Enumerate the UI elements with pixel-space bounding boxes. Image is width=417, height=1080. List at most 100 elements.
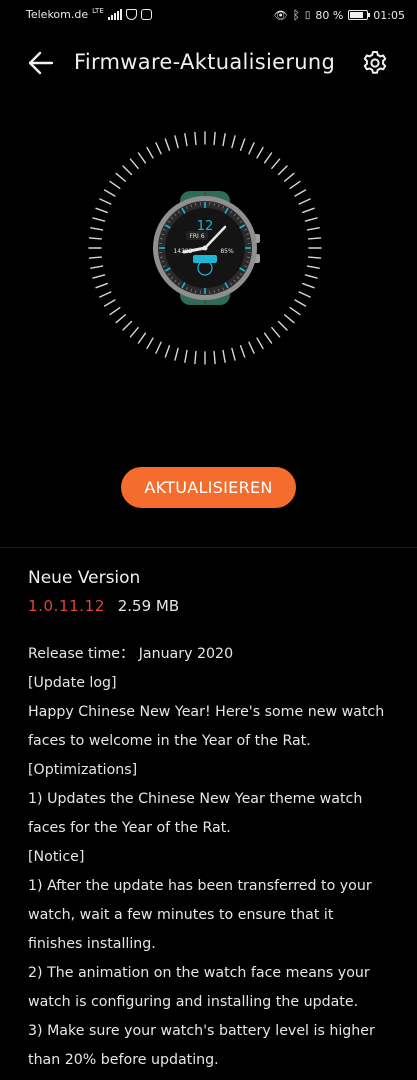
release-note-line: 1) After the update has been transferred…	[28, 878, 372, 894]
ring-tick	[231, 135, 236, 149]
ring-tick	[122, 320, 133, 331]
release-note-line: 1) Updates the Chinese New Year theme wa…	[28, 791, 363, 807]
ring-tick	[194, 350, 197, 365]
file-size: 2.59 MB	[117, 597, 180, 615]
ring-tick	[137, 152, 147, 164]
version-info: 1.0.11.12 2.59 MB	[28, 597, 179, 615]
ring-tick	[283, 314, 295, 324]
watch-illustration: 12 FRI 6 14393 85%	[88, 131, 322, 365]
ring-tick	[99, 198, 112, 205]
ring-tick	[115, 172, 127, 182]
watch-battery: 85%	[220, 248, 234, 255]
ring-tick	[222, 133, 226, 147]
ring-tick	[174, 347, 179, 361]
back-button[interactable]	[26, 48, 56, 78]
ring-tick	[109, 180, 121, 190]
ring-tick	[307, 256, 322, 259]
ring-tick	[306, 227, 320, 231]
screenshot-icon	[140, 9, 152, 20]
release-note-line: watch, wait a few minutes to ensure that…	[28, 907, 334, 923]
ring-tick	[304, 217, 318, 222]
ring-tick	[289, 180, 301, 190]
ring-tick	[146, 337, 154, 350]
ring-tick	[213, 131, 216, 146]
release-note-line: faces for the Year of the Rat.	[28, 820, 231, 836]
ring-tick	[256, 146, 264, 159]
ring-tick	[129, 158, 139, 170]
ring-tick	[184, 133, 188, 147]
eye-icon: 👁	[273, 8, 288, 22]
page-title: Firmware-Aktualisierung	[74, 50, 336, 74]
ring-tick	[289, 306, 301, 316]
settings-button[interactable]	[360, 48, 390, 78]
ring-tick	[302, 207, 315, 214]
release-note-line: [Notice]	[28, 849, 85, 865]
ring-tick	[302, 282, 315, 289]
ring-tick	[271, 158, 281, 170]
ring-tick	[271, 326, 281, 338]
battery-percent: 80 %	[315, 8, 344, 22]
ring-tick	[109, 306, 121, 316]
ring-tick	[184, 349, 188, 363]
ring-tick	[298, 291, 311, 298]
release-note-line: Happy Chinese New Year! Here's some new …	[28, 704, 385, 720]
ring-tick	[90, 265, 104, 269]
watch-date: FRI 6	[189, 233, 204, 240]
network-type: LTE	[92, 6, 104, 15]
ring-tick	[99, 291, 112, 298]
ring-tick	[263, 332, 273, 344]
update-button[interactable]: AKTUALISIEREN	[121, 467, 296, 508]
ring-tick	[164, 345, 171, 358]
release-note-line: faces to welcome in the Year of the Rat.	[28, 733, 311, 749]
ring-tick	[307, 237, 322, 240]
ring-tick	[92, 217, 106, 222]
ring-tick	[174, 135, 179, 149]
ring-tick	[239, 138, 246, 151]
ring-tick	[239, 345, 246, 358]
ring-tick	[92, 274, 106, 279]
ring-tick	[277, 320, 288, 331]
ring-tick	[283, 172, 295, 182]
status-bar: Telekom.de LTE 👁 ᛒ ▯ 80 % 01:05	[0, 0, 417, 30]
ring-tick	[304, 274, 318, 279]
ring-tick	[115, 314, 127, 324]
ring-tick	[155, 142, 162, 155]
ring-tick	[294, 189, 307, 197]
release-note-line: 3) Make sure your watch's battery level …	[28, 1023, 375, 1039]
ring-tick	[122, 165, 133, 176]
ring-tick	[88, 256, 103, 259]
ring-tick	[146, 146, 154, 159]
release-note-line: Release time： January 2020	[28, 646, 234, 662]
gear-icon	[363, 51, 387, 74]
ring-tick	[248, 142, 255, 155]
top-app-bar: Firmware-Aktualisierung	[0, 38, 417, 88]
ring-tick	[95, 207, 108, 214]
ring-tick	[277, 165, 288, 176]
release-note-line: [Update log]	[28, 675, 117, 691]
version-number: 1.0.11.12	[28, 597, 105, 615]
battery-icon	[348, 10, 371, 20]
release-note-line: 2) The animation on the watch face means…	[28, 965, 370, 981]
release-note-line: watch is configuring and installing the …	[28, 994, 359, 1010]
ring-tick	[103, 299, 116, 307]
new-version-heading: Neue Version	[28, 568, 141, 588]
ring-tick	[103, 189, 116, 197]
ring-tick	[294, 299, 307, 307]
ring-tick	[137, 332, 147, 344]
ring-tick	[164, 138, 171, 151]
release-note-line: than 20% before updating.	[28, 1052, 219, 1068]
release-note-line: [Optimizations]	[28, 762, 138, 778]
ring-tick	[194, 131, 197, 146]
arrow-left-icon	[28, 51, 54, 75]
ring-tick	[263, 152, 273, 164]
signal-icon	[107, 9, 122, 20]
clock: 01:05	[373, 8, 405, 22]
ring-tick	[231, 347, 236, 361]
ring-tick	[222, 349, 226, 363]
ring-tick	[248, 341, 255, 354]
ring-tick	[155, 341, 162, 354]
ring-tick	[90, 227, 104, 231]
release-notes: Release time： January 2020 [Update log] Ha…	[28, 643, 398, 1078]
ring-tick	[306, 265, 320, 269]
ring-tick	[129, 326, 139, 338]
